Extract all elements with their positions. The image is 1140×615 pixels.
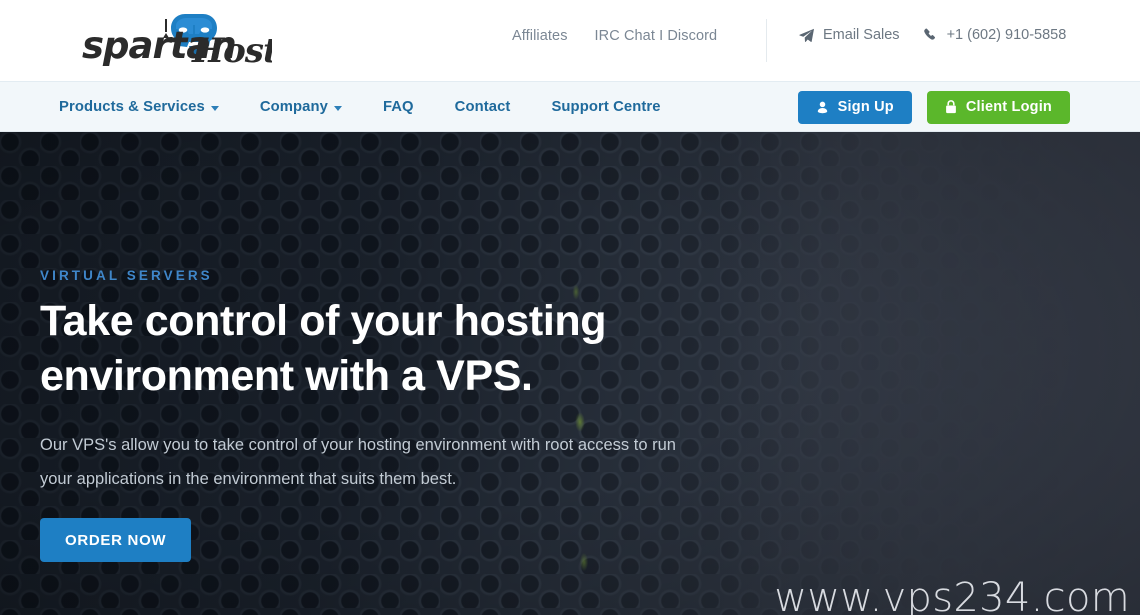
nav-item-company[interactable]: Company xyxy=(260,99,342,115)
user-icon xyxy=(816,101,829,114)
hero-subtitle: Our VPS's allow you to take control of y… xyxy=(40,436,676,488)
hero-section: VIRTUAL SERVERS Take control of your hos… xyxy=(0,132,1140,615)
sign-up-button[interactable]: Sign Up xyxy=(797,90,912,124)
hero-content: VIRTUAL SERVERS Take control of your hos… xyxy=(40,132,740,615)
nav-item-contact[interactable]: Contact xyxy=(455,99,511,115)
nav-label-contact: Contact xyxy=(454,99,511,115)
nav-label-products-services: Products & Services xyxy=(59,99,205,115)
order-now-button[interactable]: ORDER NOW xyxy=(40,518,192,562)
spartan-host-logo-graphic: spartan Host xyxy=(82,14,272,71)
phone-number-label: +1 (602) 910-5858 xyxy=(946,27,1067,43)
nav-action-buttons: Sign Up Client Login xyxy=(797,82,1070,132)
phone-icon xyxy=(923,28,938,42)
svg-text:Host: Host xyxy=(191,31,272,71)
nav-label-faq: FAQ xyxy=(382,99,414,115)
client-login-label: Client Login xyxy=(965,99,1052,115)
top-link-affiliates[interactable]: Affiliates xyxy=(512,28,568,44)
site-header: spartan Host Affiliates IRC Chat I Disco… xyxy=(0,0,1140,82)
hero-title: Take control of your hosting environment… xyxy=(40,297,607,400)
top-link-irc-chat-discord[interactable]: IRC Chat I Discord xyxy=(595,28,718,44)
nav-item-support-centre[interactable]: Support Centre xyxy=(551,99,660,115)
site-logo[interactable]: spartan Host xyxy=(42,6,272,76)
header-top-links: Affiliates IRC Chat I Discord xyxy=(512,28,717,44)
header-divider xyxy=(766,19,767,62)
paper-plane-icon xyxy=(799,28,814,43)
client-login-button[interactable]: Client Login xyxy=(926,90,1070,124)
chevron-down-icon xyxy=(210,105,219,111)
email-sales-link[interactable]: Email Sales xyxy=(799,27,900,43)
nav-item-products-services[interactable]: Products & Services xyxy=(59,99,219,115)
phone-number-link[interactable]: +1 (602) 910-5858 xyxy=(923,27,1067,43)
chevron-down-icon xyxy=(333,105,342,111)
nav-label-support-centre: Support Centre xyxy=(551,99,661,115)
sign-up-label: Sign Up xyxy=(837,99,894,115)
hero-eyebrow: VIRTUAL SERVERS xyxy=(40,268,213,283)
nav-label-company: Company xyxy=(259,99,328,115)
page-root: spartan Host Affiliates IRC Chat I Disco… xyxy=(0,0,1140,615)
nav-links: Products & Services Company FAQ Contact … xyxy=(59,82,661,132)
main-navbar: Products & Services Company FAQ Contact … xyxy=(0,82,1140,132)
lock-icon xyxy=(945,100,957,114)
email-sales-label: Email Sales xyxy=(823,27,900,43)
header-contact-group: Email Sales +1 (602) 910-5858 xyxy=(799,27,1066,43)
nav-item-faq[interactable]: FAQ xyxy=(383,99,414,115)
